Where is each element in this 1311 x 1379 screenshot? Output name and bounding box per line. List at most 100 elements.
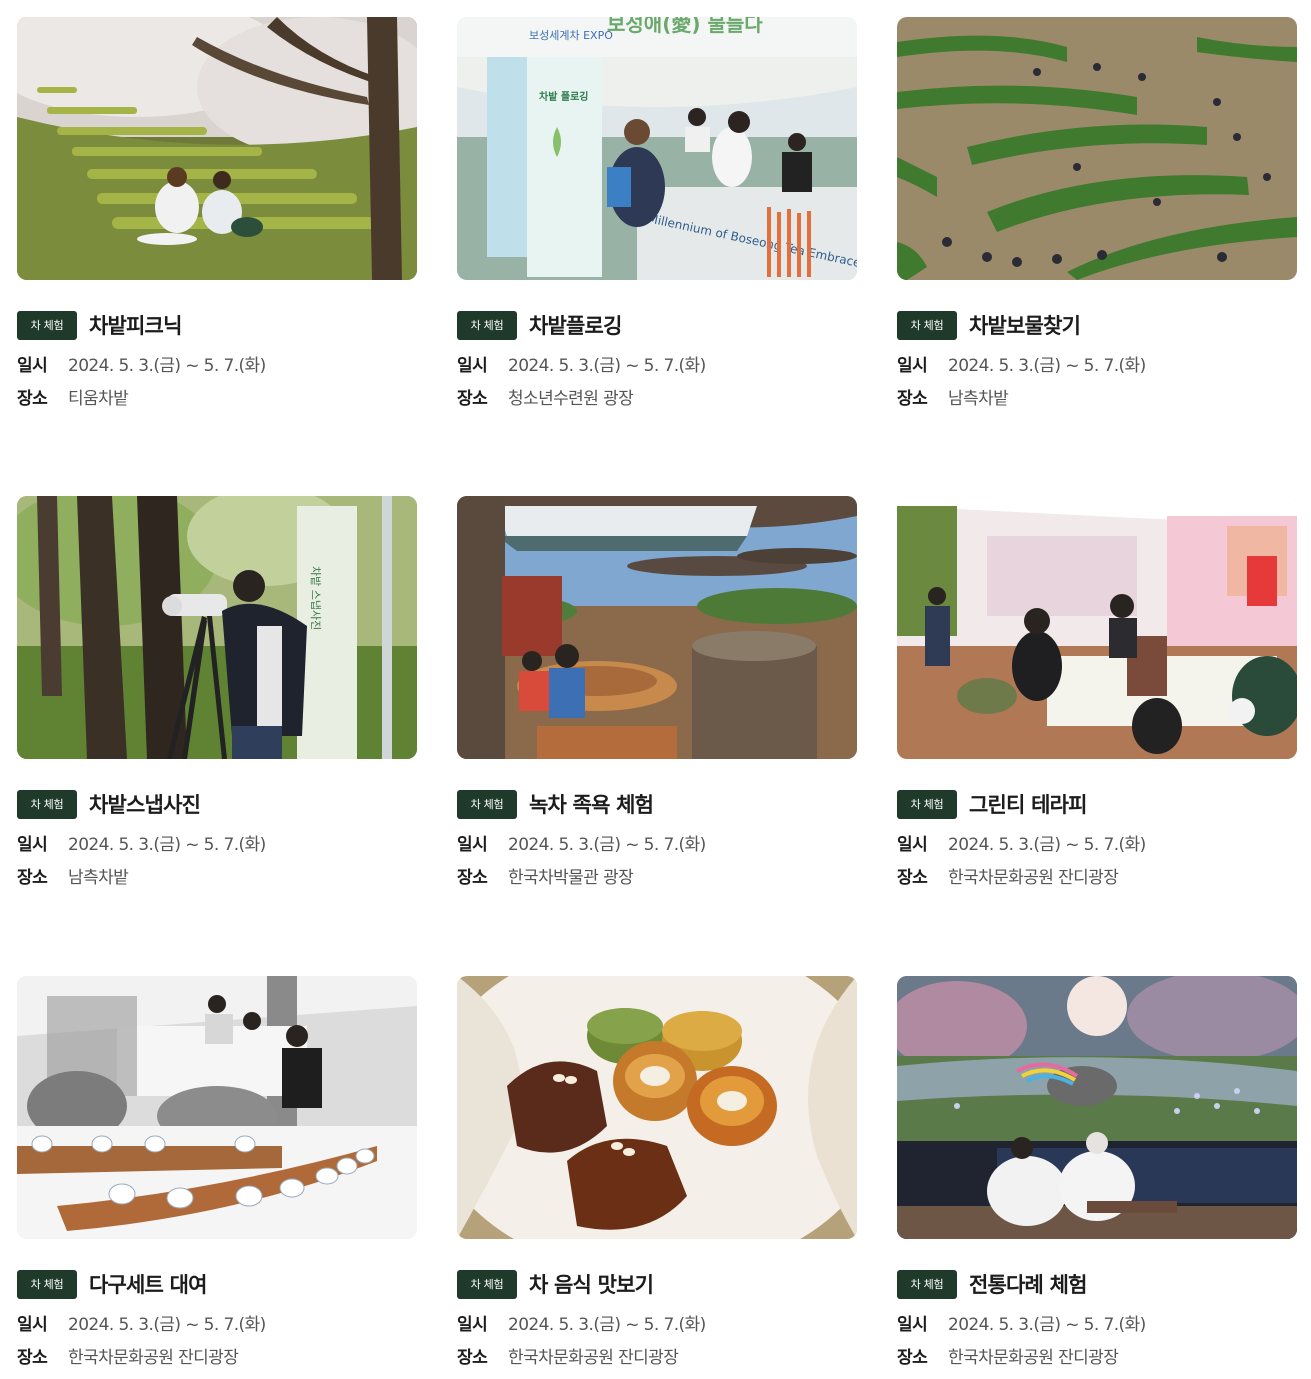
program-info: 일시 2024. 5. 3.(금) ~ 5. 7.(화) 장소 한국차문화공원 … xyxy=(17,1313,417,1379)
date-label: 일시 xyxy=(897,1315,928,1335)
place-value: 남측차밭 xyxy=(948,389,1009,409)
program-title[interactable]: 전통다례 체험 xyxy=(969,1269,1087,1299)
date-row: 일시 2024. 5. 3.(금) ~ 5. 7.(화) xyxy=(17,354,417,387)
date-label: 일시 xyxy=(457,835,488,855)
program-card[interactable]: 차밭 스냅사진 차 체험 차밭스냅사진 일시 2024. 5. 3.(금) ~ … xyxy=(17,496,417,899)
program-photo-footbath[interactable] xyxy=(457,496,857,759)
category-badge: 차 체험 xyxy=(897,310,957,340)
program-photo-treasure-hunt[interactable] xyxy=(897,17,1297,280)
program-info: 일시 2024. 5. 3.(금) ~ 5. 7.(화) 장소 청소년수련원 광… xyxy=(457,354,857,420)
date-row: 일시 2024. 5. 3.(금) ~ 5. 7.(화) xyxy=(17,1313,417,1346)
program-photo-teaset-rental[interactable] xyxy=(17,976,417,1239)
program-photo-picnic[interactable] xyxy=(17,17,417,280)
card-title-row: 차 체험 전통다례 체험 xyxy=(897,1269,1297,1299)
card-title-row: 차 체험 차밭플로깅 xyxy=(457,310,857,340)
date-label: 일시 xyxy=(897,835,928,855)
program-card[interactable]: 차 체험 다구세트 대여 일시 2024. 5. 3.(금) ~ 5. 7.(화… xyxy=(17,976,417,1379)
place-row: 장소 티움차밭 xyxy=(17,387,417,420)
program-photo-tea-ceremony[interactable] xyxy=(897,976,1297,1239)
place-label: 장소 xyxy=(897,868,928,888)
date-value: 2024. 5. 3.(금) ~ 5. 7.(화) xyxy=(948,1315,1146,1335)
place-label: 장소 xyxy=(17,389,48,409)
place-value: 티움차밭 xyxy=(68,389,129,409)
program-card[interactable]: 차 체험 녹차 족욕 체험 일시 2024. 5. 3.(금) ~ 5. 7.(… xyxy=(457,496,857,899)
date-label: 일시 xyxy=(457,1315,488,1335)
card-title-row: 차 체험 그린티 테라피 xyxy=(897,789,1297,819)
place-label: 장소 xyxy=(17,868,48,888)
date-row: 일시 2024. 5. 3.(금) ~ 5. 7.(화) xyxy=(17,833,417,866)
program-title[interactable]: 차밭피크닉 xyxy=(89,310,182,340)
place-row: 장소 한국차문화공원 잔디광장 xyxy=(17,1346,417,1379)
card-title-row: 차 체험 차밭보물찾기 xyxy=(897,310,1297,340)
category-badge: 차 체험 xyxy=(17,1269,77,1299)
program-card[interactable]: 차 체험 차 음식 맛보기 일시 2024. 5. 3.(금) ~ 5. 7.(… xyxy=(457,976,857,1379)
program-card[interactable]: 차 체험 차밭피크닉 일시 2024. 5. 3.(금) ~ 5. 7.(화) … xyxy=(17,17,417,420)
place-row: 장소 한국차박물관 광장 xyxy=(457,866,857,899)
place-row: 장소 한국차문화공원 잔디광장 xyxy=(897,866,1297,899)
program-card[interactable]: 차 체험 차밭보물찾기 일시 2024. 5. 3.(금) ~ 5. 7.(화)… xyxy=(897,17,1297,420)
place-label: 장소 xyxy=(897,1348,928,1368)
date-label: 일시 xyxy=(17,1315,48,1335)
program-title[interactable]: 차밭스냅사진 xyxy=(89,789,201,819)
category-badge: 차 체험 xyxy=(457,310,517,340)
program-info: 일시 2024. 5. 3.(금) ~ 5. 7.(화) 장소 티움차밭 xyxy=(17,354,417,420)
place-value: 남측차밭 xyxy=(68,868,129,888)
program-card-grid: 차 체험 차밭피크닉 일시 2024. 5. 3.(금) ~ 5. 7.(화) … xyxy=(0,0,1311,1379)
category-badge: 차 체험 xyxy=(17,789,77,819)
card-title-row: 차 체험 차밭피크닉 xyxy=(17,310,417,340)
place-value: 한국차박물관 광장 xyxy=(508,868,634,888)
place-row: 장소 남측차밭 xyxy=(897,387,1297,420)
date-row: 일시 2024. 5. 3.(금) ~ 5. 7.(화) xyxy=(897,833,1297,866)
place-value: 한국차문화공원 잔디광장 xyxy=(68,1348,239,1368)
program-card[interactable]: 차 체험 그린티 테라피 일시 2024. 5. 3.(금) ~ 5. 7.(화… xyxy=(897,496,1297,899)
date-label: 일시 xyxy=(897,356,928,376)
date-row: 일시 2024. 5. 3.(금) ~ 5. 7.(화) xyxy=(457,1313,857,1346)
card-title-row: 차 체험 다구세트 대여 xyxy=(17,1269,417,1299)
place-value: 한국차문화공원 잔디광장 xyxy=(948,1348,1119,1368)
date-row: 일시 2024. 5. 3.(금) ~ 5. 7.(화) xyxy=(457,354,857,387)
program-title[interactable]: 그린티 테라피 xyxy=(969,789,1087,819)
date-value: 2024. 5. 3.(금) ~ 5. 7.(화) xyxy=(508,1315,706,1335)
place-label: 장소 xyxy=(897,389,928,409)
program-title[interactable]: 차밭플로깅 xyxy=(529,310,622,340)
program-title[interactable]: 차밭보물찾기 xyxy=(969,310,1081,340)
place-label: 장소 xyxy=(457,389,488,409)
date-row: 일시 2024. 5. 3.(금) ~ 5. 7.(화) xyxy=(897,1313,1297,1346)
place-label: 장소 xyxy=(457,868,488,888)
place-row: 장소 한국차문화공원 잔디광장 xyxy=(457,1346,857,1379)
date-value: 2024. 5. 3.(금) ~ 5. 7.(화) xyxy=(68,835,266,855)
category-badge: 차 체험 xyxy=(457,789,517,819)
program-photo-tea-food[interactable] xyxy=(457,976,857,1239)
place-label: 장소 xyxy=(457,1348,488,1368)
date-row: 일시 2024. 5. 3.(금) ~ 5. 7.(화) xyxy=(457,833,857,866)
program-title[interactable]: 녹차 족욕 체험 xyxy=(529,789,654,819)
date-value: 2024. 5. 3.(금) ~ 5. 7.(화) xyxy=(508,835,706,855)
place-value: 한국차문화공원 잔디광장 xyxy=(948,868,1119,888)
program-card[interactable]: 보성세계차 EXPO 보성애(愛) 물들다 차밭 플로깅 Millennium … xyxy=(457,17,857,420)
program-info: 일시 2024. 5. 3.(금) ~ 5. 7.(화) 장소 한국차문화공원 … xyxy=(457,1313,857,1379)
program-title[interactable]: 다구세트 대여 xyxy=(89,1269,207,1299)
program-photo-plogging[interactable]: 보성세계차 EXPO 보성애(愛) 물들다 차밭 플로깅 Millennium … xyxy=(457,17,857,280)
plogging-sign-text: 차밭 플로깅 xyxy=(539,90,588,103)
date-label: 일시 xyxy=(17,356,48,376)
program-card[interactable]: 차 체험 전통다례 체험 일시 2024. 5. 3.(금) ~ 5. 7.(화… xyxy=(897,976,1297,1379)
program-info: 일시 2024. 5. 3.(금) ~ 5. 7.(화) 장소 한국차박물관 광… xyxy=(457,833,857,899)
place-label: 장소 xyxy=(17,1348,48,1368)
place-row: 장소 한국차문화공원 잔디광장 xyxy=(897,1346,1297,1379)
place-value: 청소년수련원 광장 xyxy=(508,389,634,409)
category-badge: 차 체험 xyxy=(457,1269,517,1299)
program-title[interactable]: 차 음식 맛보기 xyxy=(529,1269,654,1299)
category-badge: 차 체험 xyxy=(17,310,77,340)
program-photo-snap[interactable]: 차밭 스냅사진 xyxy=(17,496,417,759)
program-info: 일시 2024. 5. 3.(금) ~ 5. 7.(화) 장소 남측차밭 xyxy=(17,833,417,899)
program-info: 일시 2024. 5. 3.(금) ~ 5. 7.(화) 장소 한국차문화공원 … xyxy=(897,833,1297,899)
program-info: 일시 2024. 5. 3.(금) ~ 5. 7.(화) 장소 한국차문화공원 … xyxy=(897,1313,1297,1379)
place-row: 장소 남측차밭 xyxy=(17,866,417,899)
place-value: 한국차문화공원 잔디광장 xyxy=(508,1348,679,1368)
date-value: 2024. 5. 3.(금) ~ 5. 7.(화) xyxy=(948,835,1146,855)
date-value: 2024. 5. 3.(금) ~ 5. 7.(화) xyxy=(948,356,1146,376)
program-photo-greentea-therapy[interactable] xyxy=(897,496,1297,759)
date-value: 2024. 5. 3.(금) ~ 5. 7.(화) xyxy=(68,356,266,376)
expo-banner-title-text: 보성애(愛) 물들다 xyxy=(607,17,763,36)
date-value: 2024. 5. 3.(금) ~ 5. 7.(화) xyxy=(508,356,706,376)
